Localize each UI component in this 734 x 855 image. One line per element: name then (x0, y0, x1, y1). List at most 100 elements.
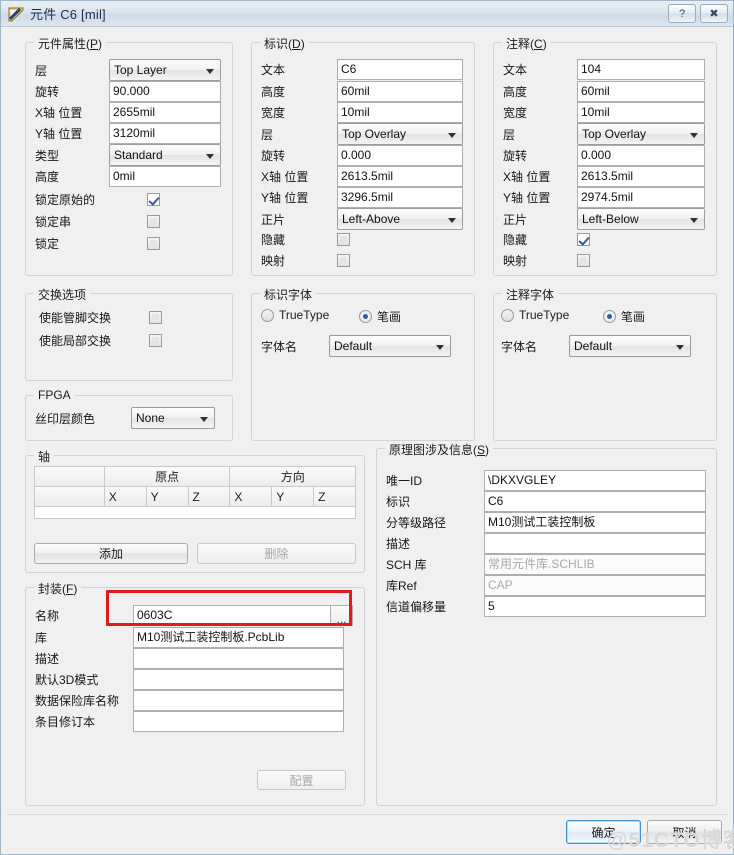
field-row-lock-strings: 锁定串 (35, 213, 160, 230)
input-footprint-library[interactable]: M10测试工装控制板.PcbLib (133, 627, 344, 648)
input-channel-offset[interactable]: 5 (484, 596, 706, 617)
field-row-comment-mirror: 映射 (503, 252, 590, 269)
input-sch-description[interactable] (484, 533, 706, 554)
field-row-desig-text: 文本 C6 (261, 59, 463, 80)
axis-sub-direction-z: Z (314, 487, 356, 507)
input-y-location[interactable]: 3120mil (109, 123, 221, 144)
field-row-comment-hide: 隐藏 (503, 231, 590, 248)
input-height[interactable]: 0mil (109, 166, 221, 187)
input-desig-y[interactable]: 3296.5mil (337, 187, 463, 208)
field-row-layer: 层 Top Layer (35, 59, 221, 81)
checkbox-desig-hide[interactable] (337, 233, 350, 246)
input-desig-width[interactable]: 10mil (337, 102, 463, 123)
input-sch-designator[interactable]: C6 (484, 491, 706, 512)
radio-label-truetype: TrueType (519, 308, 570, 322)
checkbox-lock-primitives[interactable] (147, 193, 160, 206)
group-fpga-legend: FPGA (34, 388, 75, 402)
input-rotation[interactable]: 90.000 (109, 81, 221, 102)
input-desig-height[interactable]: 60mil (337, 81, 463, 102)
label-comment-rotation: 旋转 (503, 149, 528, 163)
label-desig-width: 宽度 (261, 106, 286, 120)
help-button[interactable]: ? (668, 4, 696, 23)
label-sch-library: SCH 库 (386, 558, 427, 572)
input-comment-y[interactable]: 2974.5mil (577, 187, 705, 208)
combo-comment-font-name[interactable]: Default (569, 335, 691, 357)
input-desig-x[interactable]: 2613.5mil (337, 166, 463, 187)
radio-dot-icon (603, 310, 616, 323)
label-comment-width: 宽度 (503, 106, 528, 120)
axis-col-direction: 方向 (230, 467, 355, 487)
radio-comment-stroke[interactable]: 笔画 (603, 308, 645, 325)
checkbox-lock-strings[interactable] (147, 215, 160, 228)
label-footprint-library: 库 (35, 631, 48, 645)
axis-table-header-top: 原点 方向 (35, 467, 355, 487)
radio-dot-icon (359, 310, 372, 323)
input-comment-height[interactable]: 60mil (577, 81, 705, 102)
input-comment-rotation[interactable]: 0.000 (577, 145, 705, 166)
label-item-revision: 条目修订本 (35, 715, 96, 729)
field-row-comment-justify: 正片 Left-Below (503, 208, 705, 230)
close-button[interactable]: ✖ (700, 4, 728, 23)
combo-desig-layer[interactable]: Top Overlay (337, 123, 463, 145)
radio-designator-truetype[interactable]: TrueType (261, 308, 329, 322)
field-row-y-location: Y轴 位置 3120mil (35, 123, 221, 144)
field-row-locked: 锁定 (35, 235, 160, 252)
combo-comment-layer[interactable]: Top Overlay (577, 123, 705, 145)
input-item-revision[interactable] (133, 711, 344, 732)
axis-col-blank (35, 467, 105, 487)
label-comment-x: X轴 位置 (503, 170, 551, 184)
field-row-sch-description: 描述 (386, 533, 706, 554)
checkbox-comment-mirror[interactable] (577, 254, 590, 267)
label-locked: 锁定 (35, 237, 60, 251)
label-comment-font-name: 字体名 (501, 339, 538, 354)
combo-designator-font-name[interactable]: Default (329, 335, 451, 357)
checkbox-locked[interactable] (147, 237, 160, 250)
input-comment-x[interactable]: 2613.5mil (577, 166, 705, 187)
combo-silkscreen-color[interactable]: None (131, 407, 215, 429)
input-comment-text[interactable]: 104 (577, 59, 705, 80)
input-default-3d-model[interactable] (133, 669, 344, 690)
field-row-desig-mirror: 映射 (261, 252, 350, 269)
input-comment-width[interactable]: 10mil (577, 102, 705, 123)
input-x-location[interactable]: 2655mil (109, 102, 221, 123)
input-desig-text[interactable]: C6 (337, 59, 463, 80)
group-comment-legend: 注释(C) (502, 35, 551, 52)
input-unique-id[interactable]: \DKXVGLEY (484, 470, 706, 491)
input-vault-name[interactable] (133, 690, 344, 711)
axis-table[interactable]: 原点 方向 X Y Z X Y Z (34, 466, 356, 519)
checkbox-enable-part-swap[interactable] (149, 334, 162, 347)
label-y-location: Y轴 位置 (35, 127, 83, 141)
input-footprint-description[interactable] (133, 648, 344, 669)
field-row-rotation: 旋转 90.000 (35, 81, 221, 102)
input-footprint-name[interactable]: 0603C (133, 605, 331, 626)
label-height: 高度 (35, 170, 60, 184)
field-row-desig-justify: 正片 Left-Above (261, 208, 463, 230)
combo-comment-justify[interactable]: Left-Below (577, 208, 705, 230)
label-desig-text: 文本 (261, 63, 286, 77)
field-row-enable-part-swap: 使能局部交换 (39, 332, 162, 349)
checkbox-desig-mirror[interactable] (337, 254, 350, 267)
field-row-footprint-description: 描述 (35, 648, 344, 669)
checkbox-enable-pin-swap[interactable] (149, 311, 162, 324)
label-enable-part-swap: 使能局部交换 (39, 334, 112, 348)
field-row-footprint-library: 库 M10测试工装控制板.PcbLib (35, 627, 344, 648)
axis-add-button[interactable]: 添加 (34, 543, 188, 564)
label-lock-primitives: 锁定原始的 (35, 193, 96, 207)
input-desig-rotation[interactable]: 0.000 (337, 145, 463, 166)
radio-designator-stroke[interactable]: 笔画 (359, 308, 401, 325)
radio-comment-truetype[interactable]: TrueType (501, 308, 569, 322)
checkbox-comment-hide[interactable] (577, 233, 590, 246)
radio-dot-icon (501, 308, 514, 322)
field-row-desig-x: X轴 位置 2613.5mil (261, 166, 463, 187)
combo-layer[interactable]: Top Layer (109, 59, 221, 81)
axis-sub-direction-x: X (230, 487, 273, 507)
combo-desig-justify[interactable]: Left-Above (337, 208, 463, 230)
radio-label-stroke: 笔画 (621, 310, 646, 324)
field-row-lock-primitives: 锁定原始的 (35, 191, 160, 208)
field-row-sch-library: SCH 库 常用元件库.SCHLIB (386, 554, 706, 575)
input-hierarchical-path[interactable]: M10测试工装控制板 (484, 512, 706, 533)
combo-type[interactable]: Standard (109, 144, 221, 166)
footprint-browse-button[interactable]: ... (331, 605, 353, 626)
watermark: @51CTO博客 (607, 829, 734, 852)
field-row-comment-text: 文本 104 (503, 59, 705, 80)
